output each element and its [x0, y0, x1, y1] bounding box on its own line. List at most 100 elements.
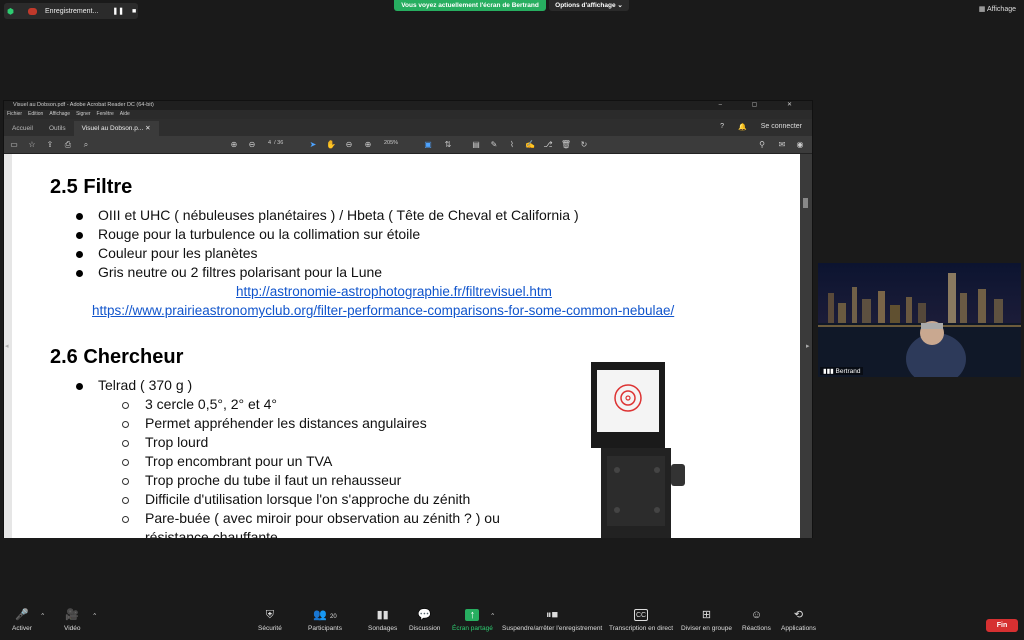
fit-page-icon[interactable]: ▣	[422, 139, 434, 151]
participants-button[interactable]: 👥 20 Participants	[308, 609, 342, 632]
stamp-icon[interactable]: ⎇	[542, 139, 554, 151]
share-arrow-icon: ↑	[465, 609, 480, 621]
save-icon[interactable]: ▭	[8, 139, 20, 151]
share-label: Écran partagé	[452, 625, 493, 632]
help-icon[interactable]: ?	[720, 123, 724, 131]
zoom-in-icon[interactable]: ⊕	[362, 139, 374, 151]
list-item: Telrad ( 370 g )	[98, 377, 193, 393]
menu-signer[interactable]: Signer	[76, 110, 90, 119]
apps-button[interactable]: ⟲ Applications	[781, 609, 816, 632]
participants-label: Participants	[308, 625, 342, 632]
sub-bullet	[122, 478, 129, 485]
view-toggle-label: Affichage	[986, 6, 1016, 13]
chevron-up-icon[interactable]: ⌃	[40, 612, 45, 620]
hand-icon[interactable]: ✋	[325, 139, 337, 151]
stop-recording-icon[interactable]: ■	[132, 8, 136, 15]
grid-icon: ⊞	[701, 609, 712, 621]
sign-icon[interactable]: ✍	[524, 139, 536, 151]
bell-icon[interactable]: 🔔	[738, 123, 747, 131]
zoom-level[interactable]: 205%	[384, 140, 398, 146]
pause-recording-icon[interactable]: ❚❚	[112, 7, 124, 15]
security-button[interactable]: ⛨ Sécurité	[258, 609, 282, 632]
bullet	[76, 232, 83, 239]
reactions-button[interactable]: ☺ Réactions	[742, 609, 771, 632]
shield-icon[interactable]: ⬢	[7, 7, 16, 16]
mute-button[interactable]: 🎤 Activer	[12, 609, 32, 632]
mail-icon[interactable]: ✉	[776, 139, 788, 151]
comment-icon[interactable]: ▤	[470, 139, 482, 151]
rotate-icon[interactable]: ↻	[578, 139, 590, 151]
star-icon[interactable]: ☆	[26, 139, 38, 151]
participants-icon: 👥 20	[313, 609, 337, 621]
menu-edition[interactable]: Edition	[28, 110, 43, 119]
telrad-finder-image	[591, 362, 685, 538]
account-icon[interactable]: ◉	[794, 139, 806, 151]
sub-bullet	[122, 421, 129, 428]
breakout-button[interactable]: ⊞ Diviser en groupe	[681, 609, 732, 632]
sub-list-item: Difficile d'utilisation lorsque l'on s'a…	[145, 491, 471, 507]
closed-caption-icon: CC	[634, 609, 649, 621]
signin-button[interactable]: Se connecter	[761, 123, 802, 131]
upload-icon[interactable]: ⇪	[44, 139, 56, 151]
tab-document[interactable]: Visuel au Dobson.p... ✕	[73, 121, 159, 136]
share-screen-button[interactable]: ↑ Écran partagé	[452, 609, 493, 632]
record-control-button[interactable]: ⏸■ Suspendre/arrêter l'enregistrement	[502, 609, 602, 632]
bullet	[76, 251, 83, 258]
link-astrophotographie[interactable]: http://astronomie-astrophotographie.fr/f…	[236, 284, 552, 299]
view-options-label: Options d'affichage	[555, 2, 616, 9]
view-options-button[interactable]: Options d'affichage ⌄	[549, 0, 629, 11]
participant-video[interactable]: ▮▮▮ Bertrand	[818, 263, 1021, 377]
section-title-chercheur: 2.6 Chercheur	[50, 346, 184, 368]
recording-label: Enregistrement...	[45, 7, 99, 15]
acrobat-toolbar: ▭ ☆ ⇪ ⎙ ⌕ ⊕ ⊖ 4 / 36 ➤ ✋ ⊖ ⊕ 205% ▣ ⇅ ▤ …	[4, 136, 812, 154]
chat-bubble-icon: 💬	[417, 609, 432, 621]
end-meeting-button[interactable]: Fin	[986, 619, 1018, 632]
menu-aide[interactable]: Aide	[120, 110, 130, 119]
chevron-left-icon[interactable]: ◂	[5, 342, 9, 350]
scrollbar-thumb[interactable]	[803, 198, 808, 208]
view-toggle-button[interactable]: ▦ Affichage	[979, 5, 1016, 13]
search-icon[interactable]: ⌕	[80, 139, 92, 151]
chevron-right-icon[interactable]: ▸	[806, 342, 810, 350]
menu-fichier[interactable]: Fichier	[7, 110, 22, 119]
zoom-out-icon[interactable]: ⊖	[343, 139, 355, 151]
page-total: / 36	[274, 140, 284, 146]
participant-name-label: Bertrand	[835, 368, 861, 375]
pen-icon[interactable]: ✎	[488, 139, 500, 151]
list-item: Couleur pour les planètes	[98, 245, 258, 261]
tab-outils[interactable]: Outils	[41, 121, 74, 136]
page-current[interactable]: 4	[268, 140, 271, 146]
microphone-muted-icon: 🎤	[15, 609, 29, 621]
highlight-icon[interactable]: ⌇	[506, 139, 518, 151]
delete-icon[interactable]: 🗑	[560, 139, 572, 151]
page-down-icon[interactable]: ⊖	[246, 139, 258, 151]
menu-affichage[interactable]: Affichage	[49, 110, 70, 119]
tab-right-group: ? 🔔 Se connecter	[720, 123, 802, 131]
print-icon[interactable]: ⎙	[62, 139, 74, 151]
page-up-icon[interactable]: ⊕	[228, 139, 240, 151]
tab-accueil[interactable]: Accueil	[4, 121, 41, 136]
polls-button[interactable]: ▮▮ Sondages	[368, 609, 397, 632]
page-indicator[interactable]: 4 / 36	[268, 140, 283, 146]
smile-icon: ☺	[750, 609, 763, 621]
sub-list-item: Permet appréhender les distances angulai…	[145, 415, 427, 431]
link-prairie-astronomy[interactable]: https://www.prairieastronomyclub.org/fil…	[92, 303, 674, 318]
scroll-mode-icon[interactable]: ⇅	[442, 139, 454, 151]
chevron-up-icon[interactable]: ⌃	[490, 612, 495, 620]
window-controls[interactable]: – ▢ ✕	[719, 101, 806, 110]
cursor-icon[interactable]: ➤	[307, 139, 319, 151]
transcription-label: Transcription en direct	[609, 625, 674, 632]
transcription-button[interactable]: CC Transcription en direct	[609, 609, 673, 632]
sub-list-item: résistance chauffante	[145, 529, 278, 538]
document-area[interactable]: 2.5 Filtre OIII et UHC ( nébuleuses plan…	[4, 154, 812, 538]
bullet	[76, 213, 83, 220]
menu-fenetre[interactable]: Fenêtre	[97, 110, 114, 119]
chat-button[interactable]: 💬 Discussion	[409, 609, 440, 632]
acrobat-titlebar: Visuel au Dobson.pdf - Adobe Acrobat Rea…	[4, 101, 812, 110]
share-link-icon[interactable]: ⚲	[756, 139, 768, 151]
apps-icon: ⟲	[793, 609, 804, 621]
chat-label: Discussion	[409, 625, 441, 632]
video-button[interactable]: 🎥 Vidéo	[64, 609, 81, 632]
recording-cloud-icon	[28, 7, 37, 15]
chevron-up-icon[interactable]: ⌃	[92, 612, 97, 620]
